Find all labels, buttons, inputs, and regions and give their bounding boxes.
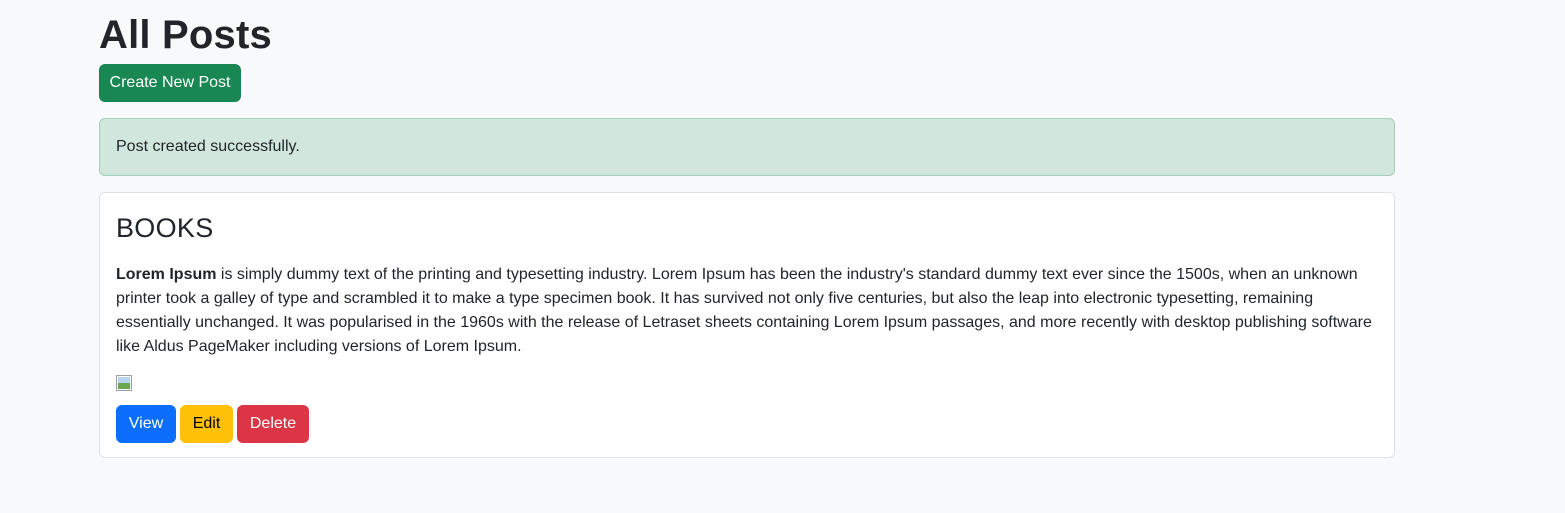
delete-button[interactable]: Delete xyxy=(237,405,309,443)
post-actions: View Edit Delete xyxy=(116,405,1378,443)
main-container: All Posts Create New Post Post created s… xyxy=(99,0,1395,458)
post-body-text: is simply dummy text of the printing and… xyxy=(116,266,1372,355)
page-title: All Posts xyxy=(99,13,272,57)
post-body: Lorem Ipsum is simply dummy text of the … xyxy=(116,263,1378,359)
view-button[interactable]: View xyxy=(116,405,176,443)
success-alert: Post created successfully. xyxy=(99,118,1395,176)
edit-button[interactable]: Edit xyxy=(180,405,233,443)
post-card: BOOKS Lorem Ipsum is simply dummy text o… xyxy=(99,192,1395,458)
alert-message: Post created successfully. xyxy=(116,138,300,155)
create-new-post-button[interactable]: Create New Post xyxy=(99,64,241,102)
post-title: BOOKS xyxy=(116,213,214,243)
post-body-bold: Lorem Ipsum xyxy=(116,266,217,283)
broken-image-icon xyxy=(116,375,132,391)
